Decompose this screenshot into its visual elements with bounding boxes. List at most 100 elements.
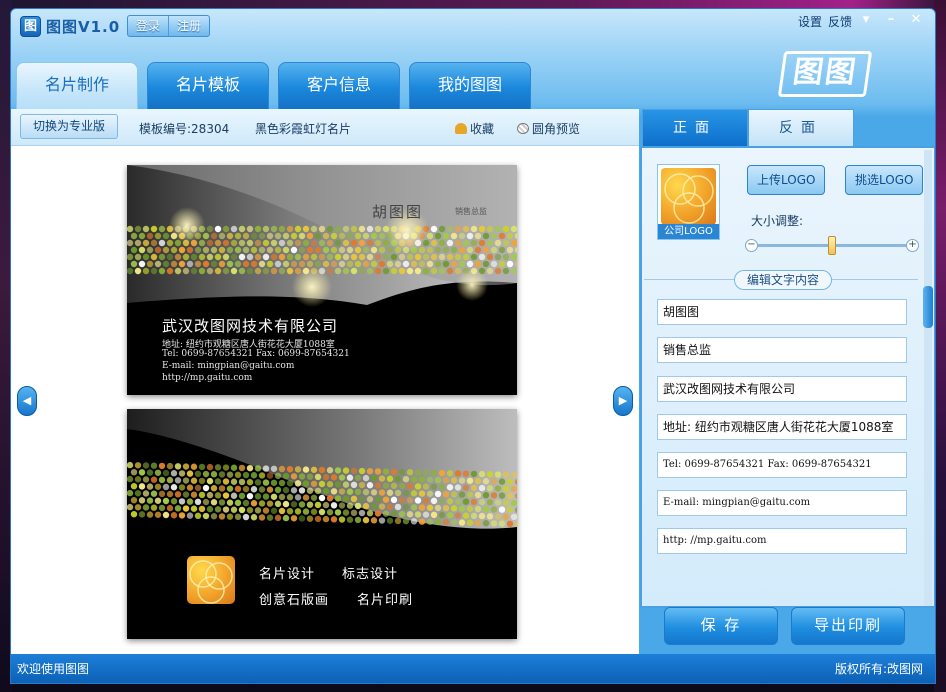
hex-dot (134, 225, 142, 233)
hex-dot (294, 466, 302, 473)
size-decrease-icon[interactable]: − (745, 239, 758, 252)
hex-dot (466, 491, 474, 498)
field-phone[interactable]: Tel: 0699-87654321 Fax: 0699-87654321 (657, 452, 907, 478)
field-email[interactable]: E-mail: mingpian@gaitu.com (657, 490, 907, 516)
hex-dot (330, 246, 338, 254)
hex-dot (290, 260, 298, 268)
pick-logo-button[interactable]: 挑选LOGO (845, 165, 924, 195)
hex-dot (226, 471, 234, 478)
hex-dot (374, 510, 382, 517)
hex-dot (246, 225, 254, 233)
menu-dropdown-icon[interactable]: ▾ (855, 12, 877, 30)
hex-dot (294, 480, 302, 487)
field-address[interactable]: 地址: 纽约市观糖区唐人街花花大厦1088室 (657, 414, 907, 440)
card-front-preview[interactable]: 胡图图 销售总监 武汉改图网技术有限公司 地址: 纽约市观糖区唐人街花花大厦10… (127, 165, 517, 395)
save-button[interactable]: 保 存 (664, 607, 778, 645)
hex-dot (386, 246, 394, 254)
minimize-icon[interactable]: – (880, 12, 902, 30)
hex-dot (334, 267, 342, 275)
hex-dot (338, 488, 346, 495)
field-company[interactable]: 武汉改图网技术有限公司 (657, 376, 907, 402)
hex-dot (294, 253, 302, 261)
hex-dot (434, 246, 442, 254)
hex-dot (150, 504, 158, 511)
hex-dot (238, 464, 246, 472)
hex-dot (378, 475, 386, 482)
hex-dot (310, 239, 318, 247)
hex-dot (230, 492, 238, 499)
hex-dot (478, 498, 486, 506)
settings-link[interactable]: 设置 (798, 13, 822, 30)
rounded-preview-button[interactable]: 圆角预览 (517, 120, 580, 137)
hex-dot (214, 492, 222, 499)
hex-dot (238, 492, 246, 500)
prev-arrow-icon[interactable]: ◀ (17, 386, 37, 416)
tab-back-side[interactable]: 反面 (748, 109, 854, 146)
tab-front-side[interactable]: 正面 (642, 109, 748, 146)
login-button[interactable]: 登录 (128, 16, 168, 36)
hex-dot (202, 246, 210, 254)
register-button[interactable]: 注册 (168, 16, 209, 36)
hex-dot (130, 468, 138, 476)
hex-dot (206, 267, 214, 275)
hex-dot (186, 512, 194, 519)
hex-dot (222, 492, 230, 499)
card-back-preview[interactable]: 名片设计 标志设计 创意石版画 名片印刷 (127, 409, 517, 639)
tab-card-design[interactable]: 名片制作 (16, 62, 138, 109)
fields-scrollbar-track[interactable] (924, 150, 932, 606)
hex-dot (178, 498, 186, 505)
upload-logo-button[interactable]: 上传LOGO (747, 165, 826, 195)
hex-dot (422, 511, 430, 518)
hex-dot (366, 482, 374, 489)
hex-dot (506, 520, 514, 528)
company-logo-thumbnail[interactable]: 公司LOGO (657, 164, 720, 240)
tab-my-tutu[interactable]: 我的图图 (409, 62, 531, 109)
hex-dot (262, 267, 270, 275)
hex-dot (486, 499, 494, 506)
hex-dot (206, 225, 214, 233)
tab-card-templates[interactable]: 名片模板 (147, 62, 269, 109)
size-increase-icon[interactable]: + (906, 239, 919, 252)
hex-dot (494, 267, 502, 275)
close-icon[interactable]: ✕ (905, 12, 927, 30)
hex-dot (434, 232, 442, 240)
hex-dot (210, 485, 218, 492)
hex-dot (474, 505, 482, 513)
tab-customer-info[interactable]: 客户信息 (278, 62, 400, 109)
hex-dot (242, 499, 250, 507)
field-name[interactable]: 胡图图 (657, 299, 907, 325)
size-slider-handle[interactable] (828, 236, 836, 255)
hex-dot (270, 507, 278, 514)
hex-dot (350, 467, 358, 475)
feedback-link[interactable]: 反馈 (828, 13, 852, 30)
hex-dot (262, 507, 270, 514)
next-arrow-icon[interactable]: ▶ (613, 386, 633, 416)
hex-dot (282, 246, 290, 254)
hex-dot (210, 260, 218, 268)
hex-dot (127, 225, 134, 233)
hex-dot (462, 498, 470, 505)
hex-dot (250, 500, 258, 507)
hex-dot (127, 489, 134, 497)
hex-dot (378, 503, 386, 510)
hex-dot (386, 503, 394, 510)
hex-dot (362, 488, 370, 496)
hex-dot (174, 267, 182, 275)
switch-pro-button[interactable]: 切换为专业版 (20, 114, 119, 139)
fields-scrollbar-thumb[interactable] (923, 286, 933, 328)
field-title[interactable]: 销售总监 (657, 337, 907, 363)
export-print-button[interactable]: 导出印刷 (791, 607, 905, 645)
hex-dot (302, 480, 310, 487)
hex-dot (374, 267, 382, 275)
hex-dot (134, 239, 142, 247)
hex-dot (318, 253, 326, 261)
hex-dot (430, 483, 438, 491)
favorite-button[interactable]: 收藏 (455, 120, 494, 137)
field-website[interactable]: http: //mp.gaitu.com (657, 528, 907, 554)
hex-dot (218, 513, 226, 520)
hex-dot (402, 475, 410, 483)
hex-dot (282, 500, 290, 508)
hex-dot (278, 253, 286, 261)
hex-dot (242, 471, 250, 479)
hex-dot (366, 468, 374, 475)
